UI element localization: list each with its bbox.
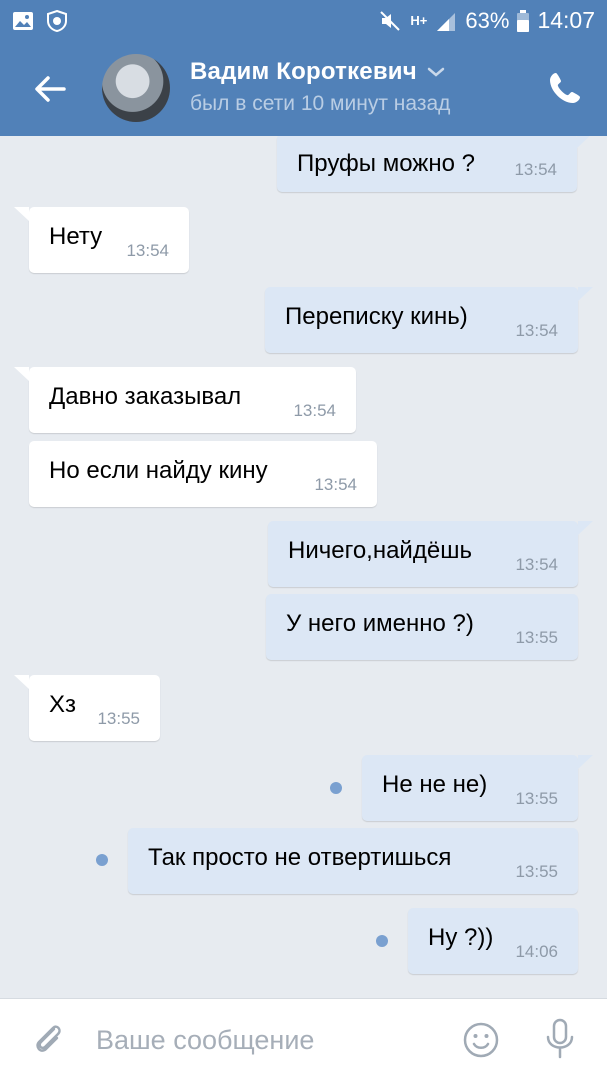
message-time: 13:54 (515, 321, 558, 340)
message-outgoing[interactable]: Ну ?)) 14:06 (408, 908, 578, 974)
message-outgoing[interactable]: Пруфы можно ? 13:54 (277, 136, 592, 192)
message-text: Пруфы можно ? (297, 150, 475, 177)
message-text: Не не не) (382, 771, 488, 798)
unread-indicator (330, 782, 342, 794)
attach-clip-icon[interactable] (28, 1019, 68, 1059)
message-outgoing[interactable]: У него именно ?) 13:55 (266, 594, 578, 660)
message-outgoing[interactable]: Так просто не отвертишься 13:55 (128, 828, 578, 894)
clock: 14:07 (537, 7, 595, 33)
message-outgoing[interactable]: Переписку кинь) 13:54 (265, 287, 593, 353)
battery-icon (517, 9, 530, 32)
contact-name-text: Вадим Короткевич (190, 58, 417, 85)
message-composer: Ваше сообщение (0, 998, 607, 1081)
phone-icon[interactable] (547, 70, 583, 106)
message-time: 13:55 (515, 862, 558, 881)
avatar[interactable] (102, 54, 170, 122)
unread-indicator (376, 935, 388, 947)
status-bar: H+ 63% 14:07 (0, 0, 607, 42)
message-time: 13:54 (515, 555, 558, 574)
message-incoming[interactable]: Давно заказывал 13:54 (14, 367, 356, 433)
message-list[interactable]: Пруфы можно ? 13:54 Нету 13:54 Переписку… (0, 136, 607, 998)
message-incoming[interactable]: Нету 13:54 (14, 207, 189, 273)
message-time: 13:54 (293, 401, 336, 420)
message-text: Ну ?)) (428, 924, 494, 951)
message-time: 13:55 (515, 789, 558, 808)
signal-icon (437, 12, 456, 31)
emoji-icon[interactable] (462, 1021, 500, 1059)
message-text: У него именно ?) (286, 610, 474, 637)
message-text: Давно заказывал (49, 383, 242, 410)
gallery-notification-icon (13, 12, 33, 30)
message-text: Но если найду кину (49, 457, 268, 484)
chevron-down-icon (427, 67, 445, 77)
message-time: 14:06 (515, 942, 558, 961)
message-incoming[interactable]: Но если найду кину 13:54 (29, 441, 377, 507)
last-seen-status: был в сети 10 минут назад (190, 92, 451, 115)
back-arrow-icon[interactable] (30, 69, 70, 109)
network-type: H+ (410, 13, 428, 28)
message-outgoing[interactable]: Ничего,найдёшь 13:54 (268, 521, 593, 587)
shield-notification-icon (47, 10, 67, 32)
message-input[interactable]: Ваше сообщение (96, 1025, 314, 1056)
mute-icon (380, 10, 401, 31)
message-text: Хз (49, 691, 77, 718)
message-text: Ничего,найдёшь (288, 537, 472, 564)
message-time: 13:54 (126, 241, 169, 260)
unread-indicator (96, 854, 108, 866)
message-time: 13:54 (514, 160, 557, 179)
battery-percent: 63% (465, 7, 510, 33)
message-text: Переписку кинь) (285, 303, 468, 330)
contact-name[interactable]: Вадим Короткевич (190, 58, 445, 86)
chat-header: Вадим Короткевич был в сети 10 минут наз… (0, 42, 607, 136)
message-text: Так просто не отвертишься (148, 844, 452, 871)
message-time: 13:54 (314, 475, 357, 494)
message-time: 13:55 (515, 628, 558, 647)
message-outgoing[interactable]: Не не не) 13:55 (362, 755, 593, 821)
microphone-icon[interactable] (540, 1017, 580, 1061)
message-text: Нету (49, 223, 103, 250)
message-time: 13:55 (97, 709, 140, 728)
message-incoming[interactable]: Хз 13:55 (14, 675, 160, 741)
